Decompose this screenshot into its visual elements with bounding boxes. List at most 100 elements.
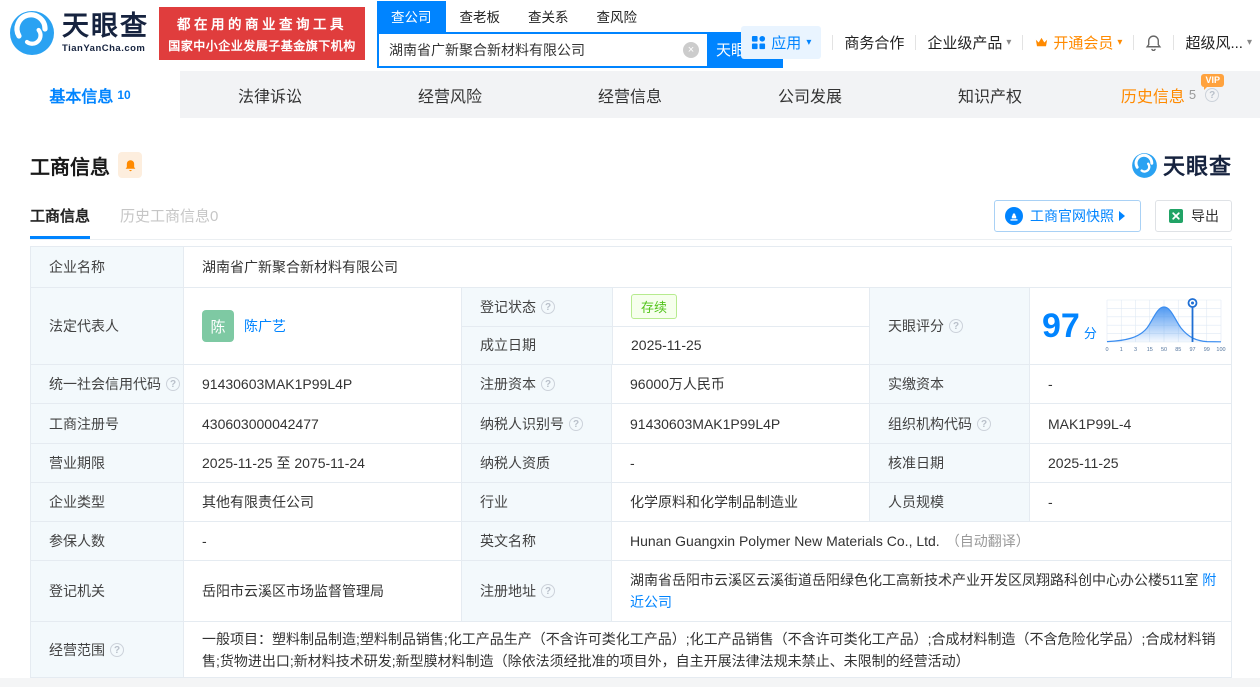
svg-text:1: 1 xyxy=(1120,347,1123,353)
company-name-value: 湖南省广新聚合新材料有限公司 xyxy=(183,247,1231,287)
legal-rep-link[interactable]: 陈广艺 xyxy=(244,316,286,336)
question-icon[interactable]: ? xyxy=(541,377,555,391)
establish-date-label: 成立日期 xyxy=(462,326,612,364)
legal-rep-label: 法定代表人 xyxy=(31,288,183,364)
question-icon[interactable]: ? xyxy=(541,299,555,314)
org-code-label: 组织机构代码 xyxy=(888,415,972,432)
reg-address-label: 注册地址 xyxy=(480,583,536,599)
question-icon[interactable]: ? xyxy=(110,642,124,657)
chevron-down-icon: ▾ xyxy=(806,36,812,48)
app-grid-icon xyxy=(752,35,766,49)
svg-text:85: 85 xyxy=(1175,347,1181,353)
search-box: × xyxy=(377,31,709,68)
top-header: 天眼查 TianYanCha.com 都在用的商业查询工具 国家中小企业发展子基… xyxy=(0,0,1260,68)
x-axis-tick-labels: 0 1 3 15 50 85 97 99 100 xyxy=(1105,347,1225,353)
approval-date-value: 2025-11-25 xyxy=(1029,444,1233,482)
question-icon[interactable]: ? xyxy=(569,416,583,431)
tab-company-development[interactable]: 公司发展 xyxy=(720,71,900,118)
taxpayer-quality-label: 纳税人资质 xyxy=(461,444,611,482)
table-row: 统一社会信用代码 ? 91430603MAK1P99L4P 注册资本 ? 960… xyxy=(31,364,1231,403)
insured-count-value: - xyxy=(183,522,461,560)
divider xyxy=(1022,34,1024,50)
search-tab-relation[interactable]: 查关系 xyxy=(514,1,583,32)
avatar[interactable]: 陈 xyxy=(202,310,234,342)
nav-open-vip[interactable]: 开通会员 ▾ xyxy=(1034,32,1122,53)
search-tabs: 查公司 查老板 查关系 查风险 xyxy=(377,0,783,32)
question-icon[interactable]: ? xyxy=(166,377,180,391)
table-row: 营业期限 2025-11-25 至 2075-11-24 纳税人资质 - 核准日… xyxy=(31,443,1231,482)
staff-size-value: - xyxy=(1029,483,1233,521)
english-name-label: 英文名称 xyxy=(461,522,611,560)
nav-enterprise-products[interactable]: 企业级产品 ▾ xyxy=(927,32,1011,53)
tianyancha-logo-icon xyxy=(10,11,54,55)
section-title: 工商信息 xyxy=(30,156,110,179)
taxpayer-quality-value: - xyxy=(611,444,869,482)
taxpayer-id-label: 纳税人识别号 xyxy=(480,415,564,432)
tab-operating-risk[interactable]: 经营风险 xyxy=(360,71,540,118)
tab-basic-info[interactable]: 基本信息 10 xyxy=(0,71,180,118)
paid-capital-label: 实缴资本 xyxy=(869,365,1029,403)
watermark-text: 天眼查 xyxy=(1162,154,1232,179)
header-nav: 应用 ▾ 商务合作 企业级产品 ▾ 开通会员 ▾ 超级风... ▾ xyxy=(741,25,1252,59)
svg-text:50: 50 xyxy=(1161,347,1167,353)
tab-history-info[interactable]: 历史信息 5 ? VIP xyxy=(1080,71,1260,118)
establish-date-value: 2025-11-25 xyxy=(612,326,869,364)
reg-address-value: 湖南省岳阳市云溪区云溪街道岳阳绿色化工高新技术产业开发区凤翔路科创中心办公楼51… xyxy=(630,572,1199,588)
reg-authority-label: 登记机关 xyxy=(31,561,183,621)
credit-code-label: 统一社会信用代码 xyxy=(49,376,161,392)
credit-code-value: 91430603MAK1P99L4P xyxy=(183,365,461,403)
chevron-down-icon: ▾ xyxy=(1006,36,1012,48)
business-info-table: 企业名称 湖南省广新聚合新材料有限公司 法定代表人 陈 陈广艺 登记状态 ? 存… xyxy=(30,246,1232,678)
vip-badge: VIP xyxy=(1201,74,1224,90)
tyc-score-label: 天眼评分 xyxy=(888,318,944,334)
logo-domain: TianYanCha.com xyxy=(62,42,146,54)
search-tab-risk[interactable]: 查风险 xyxy=(583,1,652,32)
company-name-label: 企业名称 xyxy=(31,247,183,287)
clear-icon[interactable]: × xyxy=(683,41,699,58)
nav-cooperation[interactable]: 商务合作 xyxy=(844,32,904,53)
question-icon[interactable]: ? xyxy=(949,319,963,333)
taxpayer-id-value: 91430603MAK1P99L4P xyxy=(611,404,869,443)
question-icon[interactable]: ? xyxy=(541,584,555,598)
tab-intellectual-property[interactable]: 知识产权 xyxy=(900,71,1080,118)
business-scope-value: 一般项目：塑料制品制造;塑料制品销售;化工产品生产（不含许可类化工产品）;化工产… xyxy=(183,622,1231,677)
subtab-bar: 工商信息 历史工商信息0 工商官网快照 导出 xyxy=(30,192,1232,240)
search-tab-boss[interactable]: 查老板 xyxy=(446,1,515,32)
chevron-down-icon: ▾ xyxy=(1117,36,1123,48)
question-icon[interactable]: ? xyxy=(977,416,991,431)
auto-translate-note: （自动翻译） xyxy=(945,533,1030,549)
notification-bell[interactable] xyxy=(1145,34,1162,51)
business-term-value: 2025-11-25 至 2075-11-24 xyxy=(183,444,461,482)
search-input[interactable] xyxy=(379,41,683,58)
english-name-value: Hunan Guangxin Polymer New Materials Co.… xyxy=(630,533,940,549)
svg-text:3: 3 xyxy=(1134,347,1137,353)
search-tab-company[interactable]: 查公司 xyxy=(377,0,446,32)
org-code-value: MAK1P99L-4 xyxy=(1029,404,1233,443)
nav-apps[interactable]: 应用 ▾ xyxy=(741,25,822,59)
industry-value: 化学原料和化学制品制造业 xyxy=(611,483,869,521)
chevron-right-icon xyxy=(1119,210,1130,221)
subtab-history-business-info[interactable]: 历史工商信息0 xyxy=(120,192,218,239)
table-row: 经营范围 ? 一般项目：塑料制品制造;塑料制品销售;化工产品生产（不含许可类化工… xyxy=(31,621,1231,677)
subtab-business-info[interactable]: 工商信息 xyxy=(30,192,91,239)
bell-icon xyxy=(125,159,135,171)
score-distribution-chart: 0 1 3 15 50 85 97 99 100 xyxy=(1105,298,1225,353)
company-tab-bar: 基本信息 10 法律诉讼 经营风险 经营信息 公司发展 知识产权 历史信息 5 … xyxy=(0,71,1260,118)
reg-number-label: 工商注册号 xyxy=(31,404,183,443)
tab-operating-info[interactable]: 经营信息 xyxy=(540,71,720,118)
tab-legal-litigation[interactable]: 法律诉讼 xyxy=(180,71,360,118)
bell-curve-area xyxy=(1106,307,1221,342)
export-button[interactable]: 导出 xyxy=(1155,199,1232,232)
search-area: 查公司 查老板 查关系 查风险 × 天眼一下 xyxy=(377,0,783,68)
subscribe-bell-button[interactable] xyxy=(118,152,142,178)
table-row: 企业类型 其他有限责任公司 行业 化学原料和化学制品制造业 人员规模 - xyxy=(31,482,1231,521)
nav-super-risk[interactable]: 超级风... ▾ xyxy=(1185,32,1252,53)
divider xyxy=(832,34,834,50)
table-row: 参保人数 - 英文名称 Hunan Guangxin Polymer New M… xyxy=(31,521,1231,560)
svg-text:97: 97 xyxy=(1189,347,1195,353)
tianyancha-logo[interactable]: 天眼查 TianYanCha.com xyxy=(8,9,149,57)
crown-icon xyxy=(1036,37,1048,46)
official-snapshot-button[interactable]: 工商官网快照 xyxy=(994,199,1141,232)
page-background-strip xyxy=(0,678,1260,687)
tab-count: 10 xyxy=(117,87,131,102)
